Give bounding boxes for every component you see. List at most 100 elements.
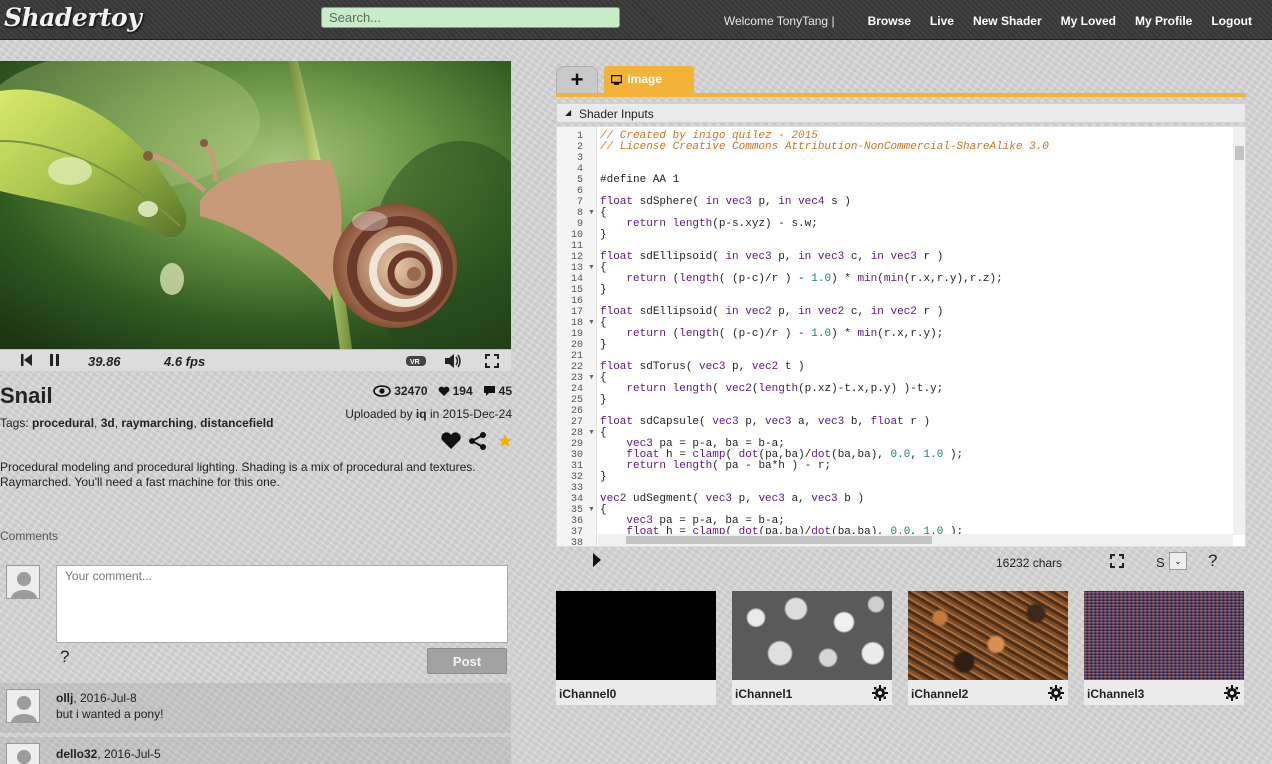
line-number: 26 [570,406,583,417]
channel-texture-rock[interactable] [908,591,1068,680]
nav-new-shader[interactable]: New Shader [973,14,1042,28]
fold-icon[interactable]: ▼ [588,209,595,216]
channel-label: iChannel1 [735,687,793,701]
nav-browse[interactable]: Browse [868,14,911,28]
nav-my-loved[interactable]: My Loved [1061,14,1116,28]
gear-icon[interactable] [1224,685,1240,701]
editor-fullscreen-icon[interactable] [1109,553,1125,572]
line-number: 31 [570,461,583,472]
line-number: 24 [570,384,583,395]
code-line[interactable]: return length( pa - ba*h ) - r; [600,461,1049,472]
channel-slot-2[interactable]: iChannel2 [908,591,1068,705]
nav-live[interactable]: Live [930,14,954,28]
code-line[interactable]: } [600,472,1049,483]
shader-inputs-toggle[interactable]: ◢ Shader Inputs [556,103,1246,123]
line-number: 14 [570,274,583,285]
triangle-icon: ◢ [565,108,572,117]
player-controls: 39.86 4.6 fps VR [0,349,511,371]
comment-author[interactable]: dello32 [56,747,97,761]
comment-input[interactable] [56,565,508,643]
code-line[interactable]: float sdCapsule( vec3 p, vec3 a, vec3 b,… [600,417,1049,428]
comment-text: but i wanted a pony! [56,707,164,721]
line-number: 7 [576,197,583,208]
code-line[interactable]: float sdEllipsoid( in vec3 p, in vec3 c,… [600,252,1049,263]
code-line[interactable]: // License Creative Commons Attribution-… [600,142,1049,153]
fold-icon[interactable]: ▼ [588,264,595,271]
fold-icon[interactable]: ▼ [588,319,595,326]
volume-icon[interactable] [444,353,462,372]
line-number: 21 [570,351,583,362]
line-number: 3 [576,153,583,164]
code-line[interactable]: return (length( (p-c)/r ) - 1.0) * min(r… [600,329,1049,340]
code-line[interactable]: #define AA 1 [600,175,1049,186]
tag-link[interactable]: procedural [32,416,94,430]
rewind-icon[interactable] [20,353,34,370]
font-size-dropdown[interactable]: ⌄ [1169,552,1187,570]
comment-author[interactable]: ollj [56,691,73,705]
channel-texture-empty[interactable] [556,591,716,680]
code-line[interactable] [600,153,1049,164]
tags: Tags: procedural, 3d, raymarching, dista… [0,416,274,430]
code-line[interactable]: } [600,340,1049,351]
editor-help-icon[interactable]: ? [1208,551,1217,571]
fold-icon[interactable]: ▼ [588,429,595,436]
gear-icon[interactable] [872,685,888,701]
line-number: 30 [570,450,583,461]
channel-texture-pebbles[interactable] [732,591,892,680]
editor-vertical-scrollbar[interactable] [1233,127,1245,535]
tag-link[interactable]: 3d [101,416,115,430]
tab-image[interactable]: Image [604,66,694,93]
star-icon[interactable] [498,434,512,448]
shader-preview-canvas[interactable] [0,61,511,349]
code-line[interactable]: float sdEllipsoid( in vec2 p, in vec2 c,… [600,307,1049,318]
code-line[interactable]: } [600,395,1049,406]
search-input[interactable] [321,7,620,28]
editor-horizontal-thumb[interactable] [626,536,932,544]
editor-vertical-thumb[interactable] [1235,146,1244,160]
code-line[interactable]: return length( vec2(length(p.xz)-t.x,p.y… [600,384,1049,395]
line-number: 37 [570,527,583,538]
channel-slot-3[interactable]: iChannel3 [1084,591,1244,705]
channel-slot-0[interactable]: iChannel0 [556,591,716,705]
post-button[interactable]: Post [427,648,507,674]
svg-text:VR: VR [410,359,420,366]
comment-date: , 2016-Jul-8 [73,691,137,705]
shadertoy-logo[interactable]: Shadertoy [4,3,142,32]
avatar [6,743,40,764]
fold-icon[interactable]: ▼ [588,374,595,381]
editor-horizontal-scrollbar[interactable] [598,534,1233,546]
channel-texture-noise[interactable] [1084,591,1244,680]
comment-help-icon[interactable]: ? [60,647,69,667]
vr-icon[interactable]: VR [405,354,427,371]
code-editor[interactable]: 1 2 3 4 5 6 7 8 ▼ 9 10 11 12 13 ▼ 14 15 16 17 18 ▼ 19 20 21 22 23… [556,126,1246,547]
fullscreen-icon[interactable] [484,353,500,372]
font-size-label: S [1156,555,1165,570]
share-icon[interactable] [468,431,488,451]
gear-icon[interactable] [1048,685,1064,701]
nav-my-profile[interactable]: My Profile [1135,14,1192,28]
compile-play-icon[interactable] [592,552,602,572]
code-line[interactable]: } [600,230,1049,241]
nav-logout[interactable]: Logout [1211,14,1252,28]
code-lines[interactable]: // Created by inigo quilez - 2015// Lice… [600,131,1049,546]
code-line[interactable]: vec2 udSegment( vec3 p, vec3 a, vec3 b ) [600,494,1049,505]
channel-slot-1[interactable]: iChannel1 [732,591,892,705]
code-line[interactable]: return (length( (p-c)/r ) - 1.0) * min(m… [600,274,1049,285]
line-number: 29 [570,439,583,450]
code-line[interactable]: return length(p-s.xyz) - s.w; [600,219,1049,230]
fold-icon[interactable]: ▼ [588,506,595,513]
like-heart-icon[interactable] [440,431,462,451]
add-tab-button[interactable]: + [556,66,598,93]
author-link[interactable]: iq [416,407,427,421]
line-number: 2 [576,142,583,153]
comments-count: 45 [498,384,512,398]
tag-link[interactable]: raymarching [121,416,193,430]
line-number: 27 [570,417,583,428]
code-line[interactable]: float sdSphere( in vec3 p, in vec4 s ) [600,197,1049,208]
code-line[interactable]: } [600,285,1049,296]
code-line[interactable]: float sdTorus( vec3 p, vec2 t ) [600,362,1049,373]
tag-link[interactable]: distancefield [200,416,273,430]
line-number: 32 [570,472,583,483]
pause-icon[interactable] [48,353,62,370]
welcome-text: Welcome TonyTang | [723,14,835,28]
